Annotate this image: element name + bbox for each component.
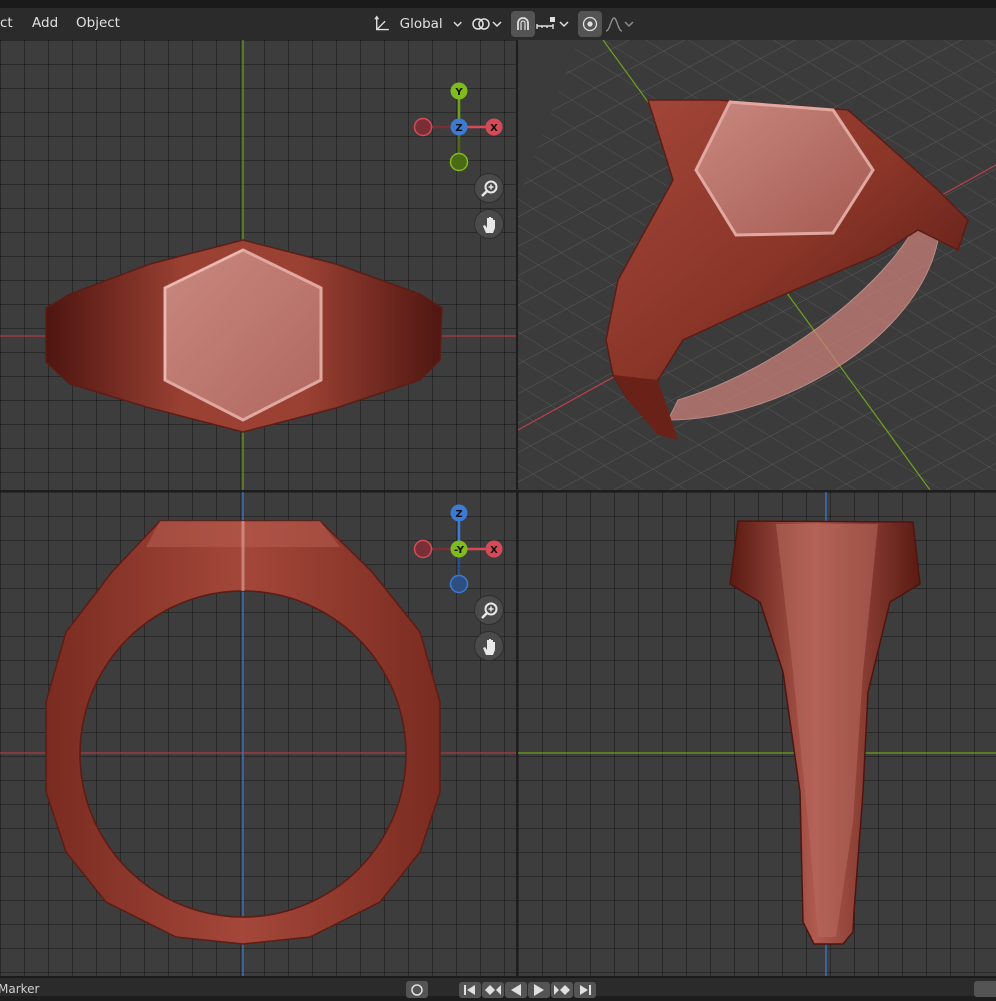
gizmo-front-up-label: Y — [454, 87, 463, 98]
falloff-curve-icon — [605, 17, 623, 32]
menu-select[interactable]: ct — [0, 15, 13, 31]
gizmo-top-center-label: -Y — [454, 545, 465, 556]
viewport-side[interactable] — [518, 492, 996, 976]
chevron-down-icon — [453, 21, 462, 27]
menu-add[interactable]: Add — [32, 15, 58, 31]
snap-increment-icon — [536, 17, 555, 29]
timeline-bar: Marker — [0, 977, 996, 998]
transform-orientation-label: Global — [399, 16, 443, 32]
zoom-button[interactable] — [474, 595, 504, 625]
hand-pan-icon — [483, 217, 495, 233]
transform-orientation-dropdown[interactable]: Global — [370, 11, 462, 37]
axis-gizmo-top[interactable]: Z -Y X — [0, 492, 516, 976]
transform-orientation-icon — [374, 15, 389, 31]
proportional-edit-icon — [582, 16, 598, 32]
pivot-point-dropdown[interactable] — [470, 11, 506, 37]
hand-pan-icon — [483, 639, 495, 655]
gizmo-top-up-label: Z — [455, 509, 462, 520]
snap-toggle[interactable] — [511, 11, 535, 37]
top-bar-strip — [0, 0, 996, 8]
zoom-icon — [481, 180, 498, 197]
proportional-edit-toggle[interactable] — [578, 11, 602, 37]
keying-toggle[interactable] — [406, 981, 428, 998]
chevron-down-icon — [559, 21, 569, 28]
zoom-icon — [481, 602, 498, 619]
chevron-down-icon — [624, 21, 634, 28]
snap-target-dropdown[interactable] — [535, 11, 573, 37]
chevron-down-icon — [492, 21, 502, 28]
viewport-front[interactable]: Y Z X — [0, 40, 516, 490]
viewport-header: ct Add Object Global — [0, 8, 996, 40]
pivot-icon — [472, 18, 490, 30]
pan-button[interactable] — [474, 209, 504, 239]
zoom-button[interactable] — [474, 173, 504, 203]
proportional-falloff-dropdown[interactable] — [604, 11, 640, 37]
ring-side-view — [729, 520, 921, 945]
pan-button[interactable] — [474, 631, 504, 661]
viewport-perspective[interactable] — [518, 40, 996, 490]
snap-magnet-icon — [517, 17, 529, 30]
marker-menu[interactable]: Marker — [0, 982, 39, 996]
timeline-field[interactable] — [974, 981, 996, 997]
viewport-side-scene — [518, 492, 996, 976]
axis-gizmo-front[interactable]: Y Z X — [0, 40, 516, 490]
record-icon — [411, 984, 423, 996]
menu-object[interactable]: Object — [76, 15, 120, 31]
gizmo-top-right-label: X — [490, 545, 498, 556]
gizmo-front-center-label: Z — [455, 123, 462, 134]
viewport-top[interactable]: Z -Y X — [0, 492, 516, 976]
gizmo-front-right-label: X — [490, 123, 498, 134]
viewport-perspective-scene — [518, 40, 996, 490]
